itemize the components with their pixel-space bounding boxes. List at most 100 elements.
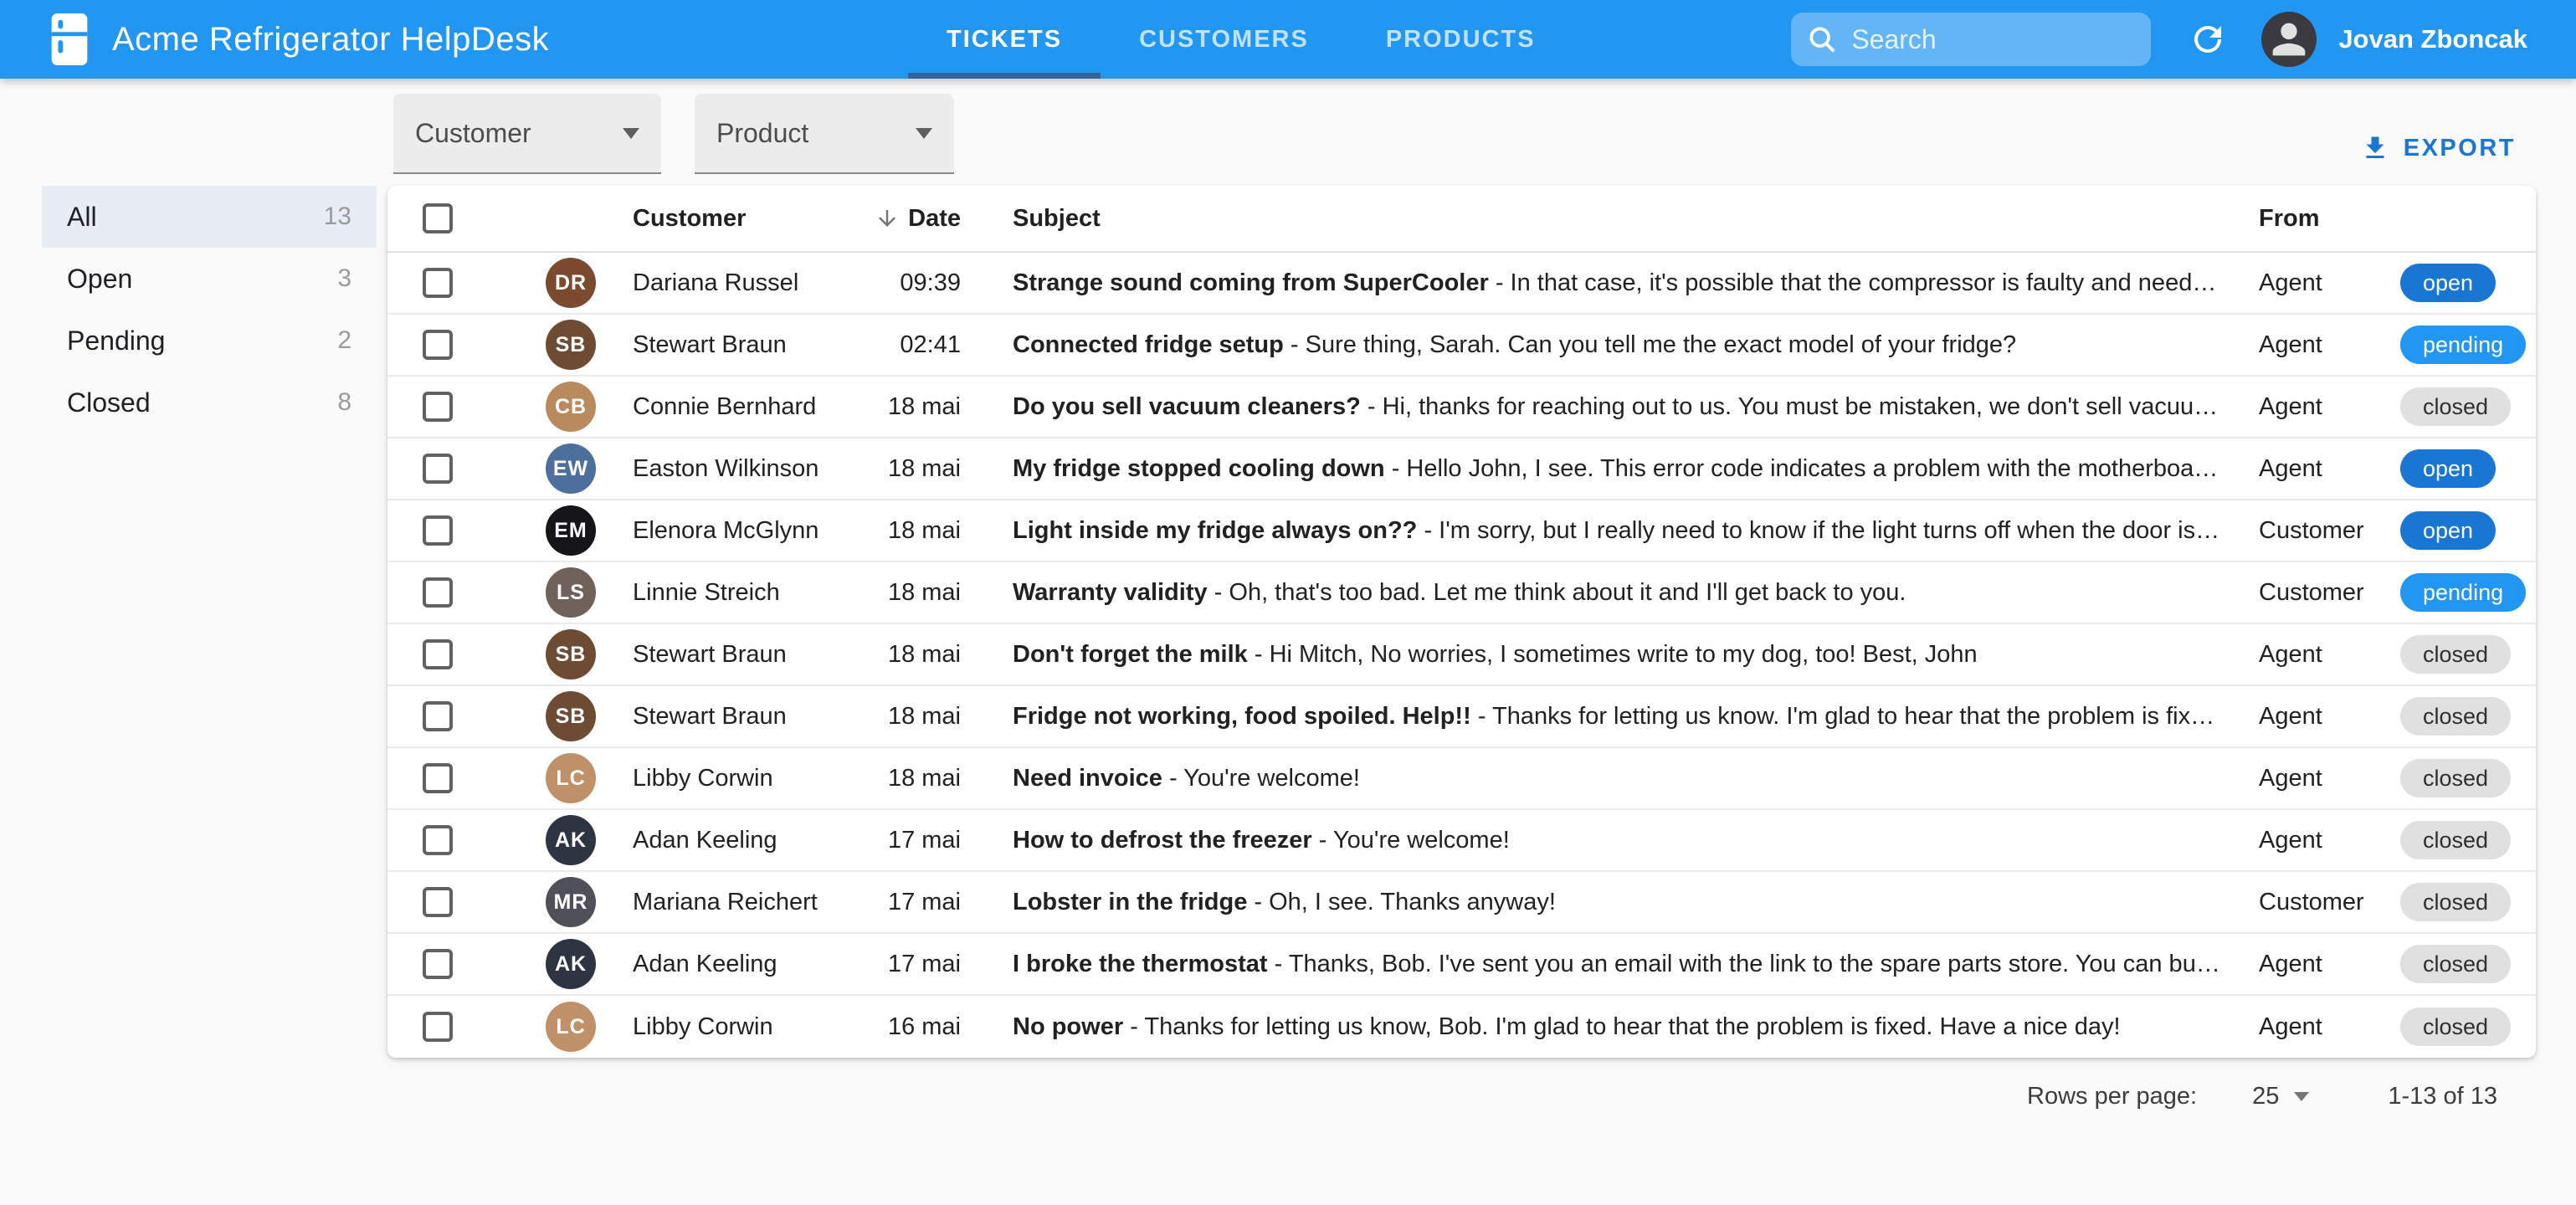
search-icon	[1806, 23, 1838, 55]
table-row[interactable]: SB Stewart Braun 18 mai Fridge not working,…	[387, 686, 2536, 748]
row-checkbox[interactable]	[423, 949, 453, 979]
sidebar-item-all[interactable]: All 13	[42, 186, 377, 248]
ticket-preview: - Hi, thanks for reaching out to us. You…	[1367, 392, 2219, 420]
ticket-from: Agent	[2259, 392, 2322, 420]
download-icon	[2360, 133, 2390, 163]
tab-products[interactable]: PRODUCTS	[1347, 0, 1574, 79]
user-avatar[interactable]	[2261, 12, 2317, 67]
ticket-subject: My fridge stopped cooling down - Hello J…	[1013, 455, 2225, 483]
sidebar-item-label: All	[67, 201, 97, 232]
ticket-from: Agent	[2259, 640, 2322, 668]
table-row[interactable]: AK Adan Keeling 17 mai How to defrost the f…	[387, 810, 2536, 872]
ticket-subject-title: Do you sell vacuum cleaners?	[1013, 392, 1361, 420]
row-checkbox[interactable]	[423, 515, 453, 546]
sidebar-item-pending[interactable]: Pending 2	[42, 310, 377, 372]
product-filter-select[interactable]: Product	[695, 94, 954, 174]
status-badge: closed	[2400, 882, 2512, 922]
row-checkbox[interactable]	[423, 639, 453, 669]
ticket-preview: - Hi Mitch, No worries, I sometimes writ…	[1254, 640, 1978, 668]
header-from[interactable]: From	[2259, 205, 2400, 233]
customer-name: Dariana Russel	[633, 269, 799, 296]
ticket-subject-title: No power	[1013, 1013, 1124, 1040]
ticket-preview: - You're welcome!	[1168, 764, 1360, 792]
chevron-down-icon	[916, 127, 932, 139]
ticket-preview: - Sure thing, Sarah. Can you tell me the…	[1290, 331, 2017, 358]
row-checkbox[interactable]	[423, 1012, 453, 1042]
row-checkbox-cell	[423, 392, 453, 422]
sidebar-item-closed[interactable]: Closed 8	[42, 372, 377, 433]
rows-per-page-label: Rows per page:	[2027, 1083, 2198, 1110]
ticket-subject: How to defrost the freezer - You're welc…	[1013, 827, 2225, 854]
ticket-date: 17 mai	[887, 888, 961, 915]
nav-tabs: TICKETS CUSTOMERS PRODUCTS	[908, 0, 1574, 79]
ticket-date: 18 mai	[887, 454, 961, 482]
row-checkbox[interactable]	[423, 454, 453, 484]
search-box[interactable]	[1791, 13, 2152, 66]
header-checkbox-cell	[423, 203, 453, 233]
row-checkbox[interactable]	[423, 887, 453, 917]
row-checkbox-cell	[423, 268, 453, 298]
chevron-down-icon	[2294, 1092, 2310, 1101]
ticket-preview: - In that case, it's possible that the c…	[1495, 269, 2225, 296]
ticket-subject: Light inside my fridge always on?? - I'm…	[1013, 517, 2225, 545]
table-row[interactable]: CB Connie Bernhard 18 mai Do you sell vacuu…	[387, 377, 2536, 438]
table-row[interactable]: EM Elenora McGlynn 18 mai Light inside my f…	[387, 500, 2536, 562]
row-checkbox[interactable]	[423, 701, 453, 731]
ticket-subject: I broke the thermostat - Thanks, Bob. I'…	[1013, 951, 2225, 978]
table-row[interactable]: LC Libby Corwin 16 mai No power - Thanks fo…	[387, 996, 2536, 1058]
row-checkbox-cell	[423, 949, 453, 979]
sidebar-item-count: 13	[323, 203, 352, 230]
row-checkbox[interactable]	[423, 330, 453, 360]
table-row[interactable]: LS Linnie Streich 18 mai Warranty validity …	[387, 562, 2536, 624]
sidebar-item-label: Pending	[67, 325, 166, 356]
tab-customers[interactable]: CUSTOMERS	[1101, 0, 1347, 79]
customer-filter-select[interactable]: Customer	[393, 94, 661, 174]
table-row[interactable]: AK Adan Keeling 17 mai I broke the thermost…	[387, 934, 2536, 996]
header-subject[interactable]: Subject	[1013, 205, 2225, 233]
ticket-subject: Don't forget the milk - Hi Mitch, No wor…	[1013, 641, 2225, 669]
ticket-date: 18 mai	[887, 516, 961, 544]
table-row[interactable]: SB Stewart Braun 18 mai Don't forget the mi…	[387, 624, 2536, 686]
ticket-from: Customer	[2259, 578, 2364, 606]
sidebar-item-label: Open	[67, 263, 133, 294]
search-input[interactable]	[1850, 23, 2137, 56]
header-customer[interactable]: Customer	[633, 205, 825, 233]
row-checkbox[interactable]	[423, 577, 453, 608]
table-row[interactable]: DR Dariana Russel 09:39 Strange sound comin…	[387, 253, 2536, 315]
main-content: All 13 Open 3 Pending 2 Closed 8 Customer Date …	[0, 186, 2576, 1058]
table-row[interactable]: LC Libby Corwin 18 mai Need invoice - You'r…	[387, 748, 2536, 810]
status-cell: open	[2400, 510, 2536, 551]
ticket-date: 02:41	[900, 331, 961, 358]
row-checkbox-cell	[423, 887, 453, 917]
table-row[interactable]: EW Easton Wilkinson 18 mai My fridge stoppe…	[387, 438, 2536, 500]
table-row[interactable]: MR Mariana Reichert 17 mai Lobster in the f…	[387, 872, 2536, 934]
table-row[interactable]: SB Stewart Braun 02:41 Connected fridge set…	[387, 315, 2536, 377]
status-badge: closed	[2400, 944, 2512, 984]
tickets-table: Customer Date Subject From DR Dariana Rus…	[387, 186, 2536, 1058]
sidebar-item-open[interactable]: Open 3	[42, 248, 377, 310]
row-checkbox-cell	[423, 330, 453, 360]
select-all-checkbox[interactable]	[423, 203, 453, 233]
customer-name: Stewart Braun	[633, 702, 787, 730]
customer-avatar: EW	[546, 444, 596, 494]
row-checkbox[interactable]	[423, 392, 453, 422]
export-label: EXPORT	[2403, 134, 2516, 162]
chevron-down-icon	[623, 127, 639, 139]
ticket-subject: Warranty validity - Oh, that's too bad. …	[1013, 579, 2225, 607]
tab-tickets[interactable]: TICKETS	[908, 0, 1101, 79]
refresh-button[interactable]	[2188, 19, 2228, 59]
ticket-date: 09:39	[900, 269, 961, 296]
app-title: Acme Refrigerator HelpDesk	[112, 20, 550, 58]
header-date[interactable]: Date	[827, 205, 961, 233]
customer-avatar: LC	[546, 1002, 596, 1052]
row-checkbox[interactable]	[423, 268, 453, 298]
ticket-subject: Need invoice - You're welcome!	[1013, 765, 2225, 792]
customer-name: Easton Wilkinson	[633, 454, 819, 482]
ticket-preview: - You're welcome!	[1318, 826, 1510, 854]
export-button[interactable]: EXPORT	[2355, 132, 2521, 164]
ticket-preview: - Thanks, Bob. I've sent you an email wi…	[1274, 950, 2220, 977]
row-checkbox-cell	[423, 701, 453, 731]
rows-per-page-select[interactable]: 25	[2252, 1083, 2310, 1110]
row-checkbox[interactable]	[423, 825, 453, 855]
row-checkbox[interactable]	[423, 763, 453, 793]
